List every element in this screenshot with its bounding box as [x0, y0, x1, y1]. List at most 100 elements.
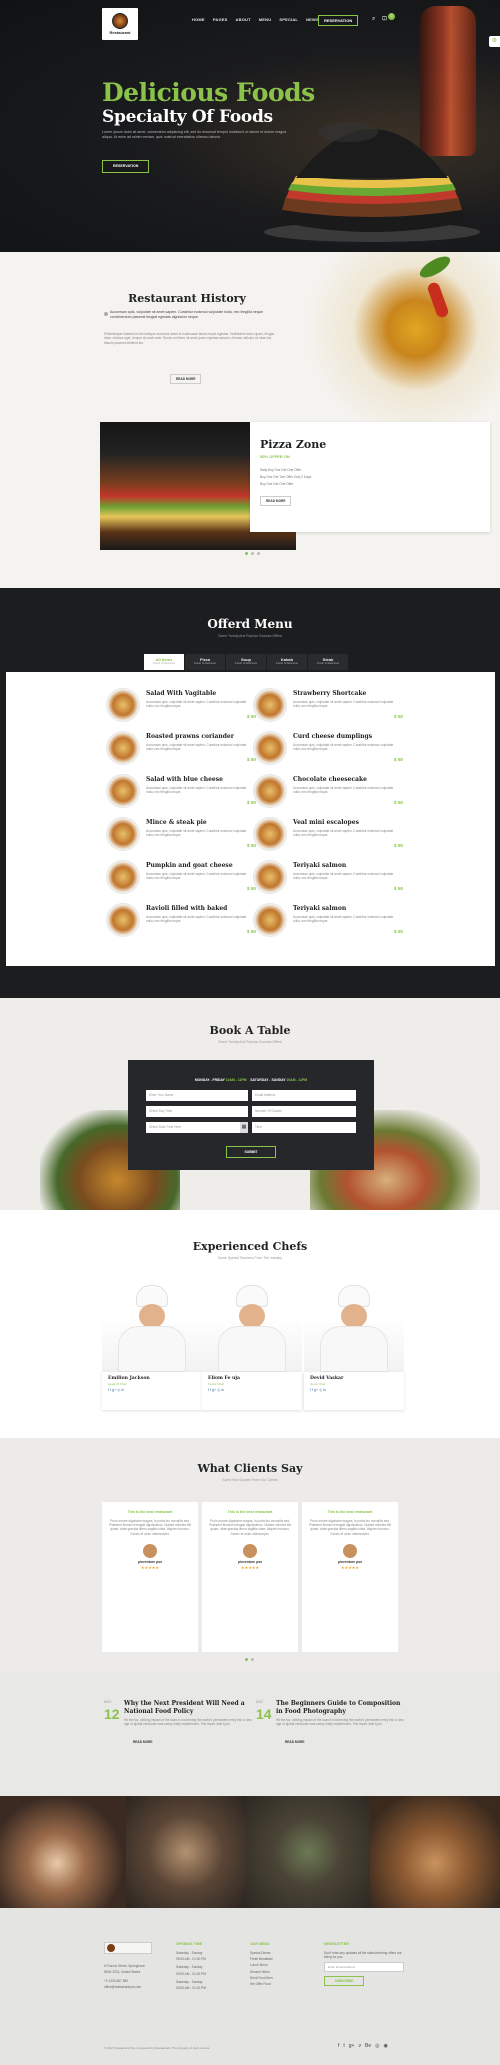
history-readmore[interactable]: READ MORE [170, 374, 202, 385]
footer-our-menu: OUR MENU Special Dinner Fresh Breakfast … [250, 1942, 320, 1989]
time-input[interactable]: Time [252, 1122, 356, 1133]
chef-social-icons[interactable]: f t g+ ◎ in [310, 1388, 398, 1393]
phone-number: +0 1234 567 890 [104, 1978, 129, 1983]
dish-description: Accumsan quis, vulputate sit amet sapien… [293, 829, 394, 838]
chef-card[interactable]: Devid Vaskar Junior Chef f t g+ ◎ in [304, 1280, 404, 1410]
guests-input[interactable]: Number Of Guests [252, 1106, 356, 1117]
day-time-select[interactable]: Select Day Time [146, 1106, 248, 1117]
footer-menu-link[interactable]: Lunch Menu [250, 1963, 320, 1967]
menu-item[interactable]: Teriyaki salmon Accumsan quis, vulputate … [253, 860, 403, 902]
tab-soup[interactable]: Soup Fresh & Delicious [226, 654, 266, 670]
testimonial-text: Proin ornare dignissim magna, in porta l… [309, 1518, 391, 1536]
google-plus-icon[interactable]: g+ [349, 2043, 355, 2050]
menu-item[interactable]: Mince & steak pie Accumsan quis, vulputat… [106, 817, 256, 859]
pizza-zone-line: Daily Buy One Get One Offer [260, 468, 302, 472]
post-readmore[interactable]: READ MORE [128, 1738, 157, 1746]
subscribe-button[interactable]: SUBSCRIBE [324, 1976, 364, 1987]
submit-button[interactable]: SUBMIT [226, 1146, 276, 1158]
opening-day: Saturday - Sunday [176, 1950, 203, 1955]
spices-image [290, 252, 500, 422]
menu-item[interactable]: Curd cheese dumplings Accumsan quis, vulp… [253, 731, 403, 773]
gallery-image[interactable] [370, 1796, 500, 1908]
chef-photo [304, 1280, 404, 1372]
nav-item-special[interactable]: SPECIAL [279, 17, 298, 22]
slider-dot[interactable] [251, 1658, 254, 1661]
gallery-image[interactable] [0, 1796, 126, 1908]
dish-name: Pumpkin and goat cheese [146, 862, 233, 869]
footer-logo[interactable] [104, 1942, 152, 1954]
slider-dot[interactable] [245, 552, 248, 555]
hero-reservation-button[interactable]: RESERVATION [102, 160, 150, 173]
tab-steak[interactable]: Steak Fresh & Delicious [308, 654, 348, 670]
chef-card[interactable]: Eliom Fe uja Senior Chef f t g+ ◎ in [202, 1280, 302, 1410]
post-title[interactable]: The Beginners Guide to Composition in Fo… [276, 1700, 406, 1716]
email-address[interactable]: office@restaurantpos.com [104, 1985, 174, 1989]
menu-item[interactable]: Roasted prawns coriander Accumsan quis, v… [106, 731, 256, 773]
nav-reservation-button[interactable]: RESERVATION [318, 15, 359, 27]
chef-card[interactable]: Emilion Jackson Head Of Chef f t g+ ◎ in [102, 1280, 202, 1410]
testimonial-slider-dots [245, 1658, 254, 1661]
behance-icon[interactable]: Be [365, 2043, 371, 2050]
menu-item[interactable]: Strawberry Shortcake Accumsan quis, vulpu… [253, 688, 403, 730]
nav-item-home[interactable]: HOME [192, 17, 205, 22]
slider-dot[interactable] [257, 552, 260, 555]
menu-item[interactable]: Ravioli filled with baked Accumsan quis, … [106, 903, 256, 945]
chef-social-icons[interactable]: f t g+ ◎ in [108, 1388, 196, 1393]
menu-item[interactable]: Pumpkin and goat cheese Accumsan quis, vu… [106, 860, 256, 902]
slider-dot[interactable] [251, 552, 254, 555]
footer-menu-link[interactable]: Drink Food Item [250, 1976, 320, 1980]
name-input[interactable]: Enter Your Name [146, 1090, 248, 1101]
facebook-icon[interactable]: f [338, 2043, 339, 2050]
menu-item[interactable]: Teriyaki salmon Accumsan quis, vulputate … [253, 903, 403, 945]
calendar-icon[interactable]: ▦ [240, 1122, 248, 1133]
footer-menu-link[interactable]: We Offer Food [250, 1982, 320, 1986]
chef-info: Devid Vaskar Junior Chef f t g+ ◎ in [304, 1372, 404, 1410]
cart-icon[interactable]: ⊡ [382, 15, 387, 23]
newsletter-email-input[interactable]: Enter Email Address [324, 1962, 404, 1973]
menu-item[interactable]: Salad with blue cheese Accumsan quis, vul… [106, 774, 256, 816]
footer-menu-link[interactable]: Dessert Items [250, 1970, 320, 1974]
tab-kabab[interactable]: Kabab Fresh & Delicious [267, 654, 307, 670]
hours-days: SATURDAY - SUNDAY [250, 1078, 286, 1082]
menu-item[interactable]: Chocolate cheesecake Accumsan quis, vulpu… [253, 774, 403, 816]
gallery-image[interactable] [246, 1796, 370, 1908]
dish-description: Accumsan quis, vulputate sit amet sapien… [146, 872, 247, 881]
top-navbar: Restaurant HOME PAGES ABOUT MENU SPECIAL… [0, 8, 500, 40]
footer-menu-link[interactable]: Fresh Breakfast [250, 1957, 320, 1961]
menu-item[interactable]: Veal mini escalopes Accumsan quis, vulput… [253, 817, 403, 859]
dish-description: Accumsan quis, vulputate sit amet sapien… [146, 915, 247, 924]
date-input[interactable]: Select Date Time Here [146, 1122, 240, 1133]
hero-text: Lorem ipsum dolor sit amet, consectetur … [102, 130, 287, 139]
post-title[interactable]: Why the Next President Will Need a Natio… [124, 1700, 254, 1716]
tab-all-items[interactable]: All Items Fresh & Delicious [144, 654, 184, 670]
tab-sublabel: Fresh & Delicious [235, 661, 257, 666]
logo[interactable]: Restaurant [102, 8, 138, 40]
footer-menu-link[interactable]: Special Dinner [250, 1951, 320, 1955]
nav-item-pages[interactable]: PAGES [213, 17, 228, 22]
github-icon[interactable]: ◉ [383, 2043, 387, 2050]
nav-item-news[interactable]: NEWS [306, 17, 319, 22]
chef-social-icons[interactable]: f t g+ ◎ in [208, 1388, 296, 1393]
pizza-zone-offer: 50% OFFER ON [260, 454, 290, 459]
newsletter-title: NEWSLETTER [324, 1942, 349, 1946]
dish-description: Accumsan quis, vulputate sit amet sapien… [293, 915, 394, 924]
gallery-image[interactable] [126, 1796, 246, 1908]
hero-section: Restaurant HOME PAGES ABOUT MENU SPECIAL… [0, 0, 500, 252]
vimeo-icon[interactable]: v [358, 2043, 361, 2050]
twitter-icon[interactable]: t [343, 2043, 344, 2050]
instagram-icon[interactable]: ◎ [375, 2043, 379, 2050]
logo-text: Restaurant [109, 29, 131, 35]
search-icon[interactable]: ⌕ [372, 15, 375, 23]
tab-pizza[interactable]: Pizza Fresh & Delicious [185, 654, 225, 670]
pizza-readmore[interactable]: READ MORE [260, 496, 292, 507]
menu-item[interactable]: Salad With Vagitable Accumsan quis, vulpu… [106, 688, 256, 730]
dish-image [253, 731, 287, 765]
footer-contact: 6 Francis Street, Springhurst NSW 2021, … [104, 1964, 174, 1991]
opening-time: 09:00 AM - 01:00 PM [176, 1971, 206, 1976]
email-input[interactable]: Email Address [252, 1090, 356, 1101]
nav-item-about[interactable]: ABOUT [236, 17, 251, 22]
settings-gear-icon[interactable]: ⚙ [489, 36, 500, 47]
nav-item-menu[interactable]: MENU [259, 17, 272, 22]
post-readmore[interactable]: READ MORE [280, 1738, 309, 1746]
slider-dot[interactable] [245, 1658, 248, 1661]
